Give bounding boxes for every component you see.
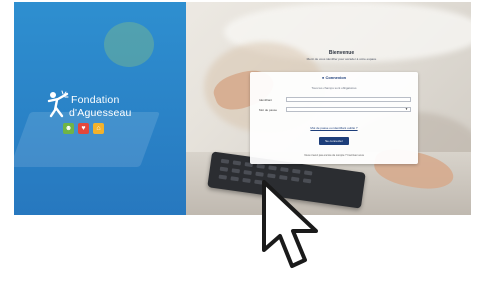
plant-image: [104, 22, 154, 67]
screenshot-frame: Fondation d'Aguesseau ☻ ♥ ⌂ Bienvenue Me…: [14, 2, 471, 215]
login-header: Bienvenue Merci de vous identifier pour …: [264, 50, 419, 61]
brand-tiles: ☻ ♥ ⌂: [63, 123, 104, 134]
card-title: ● Connexion: [250, 75, 418, 80]
password-row: Mot de passe ▼: [259, 107, 411, 113]
username-row: Identifiant: [259, 97, 411, 103]
login-subtitle: Merci de vous identifier pour accéder à …: [306, 57, 377, 61]
login-button[interactable]: Se connecter: [319, 137, 349, 145]
user-icon: ●: [321, 75, 325, 80]
password-input[interactable]: [286, 107, 411, 112]
heart-icon: ♥: [78, 123, 89, 134]
brand-name-line1: Fondation: [71, 94, 120, 106]
login-card: ● Connexion Tous les champs sont obligat…: [250, 72, 418, 164]
brand-panel: Fondation d'Aguesseau ☻ ♥ ⌂: [14, 2, 186, 215]
username-label: Identifiant: [259, 98, 273, 102]
username-input[interactable]: [286, 97, 411, 102]
brand-name-line2: d'Aguesseau: [69, 107, 132, 119]
reveal-icon[interactable]: ▼: [405, 107, 408, 111]
house-icon: ⌂: [93, 123, 104, 134]
arrow-cursor-icon: [262, 180, 318, 268]
person-star-icon: [47, 90, 69, 118]
register-footer[interactable]: Vous n'avez pas encore de compte ? Inscr…: [250, 154, 418, 157]
card-title-text: Connexion: [325, 75, 347, 80]
people-icon: ☻: [63, 123, 74, 134]
brand-logo: Fondation d'Aguesseau ☻ ♥ ⌂: [47, 88, 167, 148]
card-hint: Tous les champs sont obligatoires: [311, 86, 357, 90]
forgot-password-link[interactable]: Mot de passe ou identifiant oublié ?: [250, 126, 418, 130]
password-label: Mot de passe: [259, 108, 278, 112]
login-title: Bienvenue: [328, 50, 355, 56]
